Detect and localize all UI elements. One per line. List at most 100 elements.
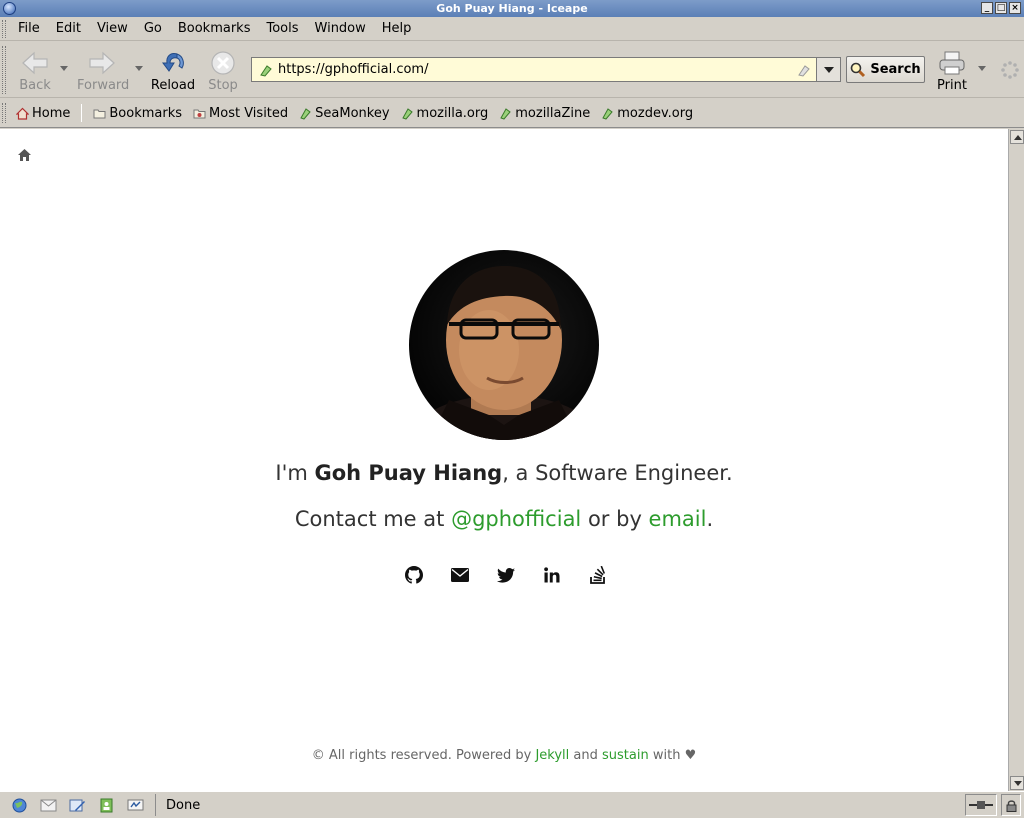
url-bar[interactable]: https://gphofficial.com/ <box>251 57 817 82</box>
bookmark-home[interactable]: Home <box>16 106 70 121</box>
bookmark-label: Most Visited <box>209 105 289 121</box>
irc-chat-icon[interactable] <box>127 798 144 813</box>
bookmark-icon <box>401 107 413 120</box>
close-button[interactable]: × <box>1009 2 1021 14</box>
forward-button[interactable]: Forward <box>77 48 129 94</box>
lock-icon <box>1006 799 1016 812</box>
twitter-link[interactable] <box>496 566 516 584</box>
app-icon <box>3 2 16 15</box>
menu-bookmarks[interactable]: Bookmarks <box>178 21 251 36</box>
heart-icon: ♥ <box>684 748 697 763</box>
menu-edit[interactable]: Edit <box>56 21 81 36</box>
bookmark-mozilla-org[interactable]: mozilla.org <box>401 105 489 121</box>
bookmarks-separator <box>81 104 83 122</box>
bookmark-mozillazine[interactable]: mozillaZine <box>499 106 590 121</box>
github-icon <box>405 566 423 584</box>
forward-dropdown-icon[interactable] <box>135 66 143 71</box>
linkedin-link[interactable] <box>542 566 562 584</box>
menu-window[interactable]: Window <box>315 21 366 36</box>
back-button[interactable]: Back <box>10 48 60 94</box>
url-history-dropdown[interactable] <box>817 57 841 82</box>
menu-file[interactable]: File <box>18 21 40 36</box>
bookmark-icon <box>602 107 613 120</box>
contact-end: . <box>706 507 714 531</box>
scroll-up-arrow[interactable] <box>1010 130 1024 144</box>
print-button[interactable]: Print <box>927 48 977 94</box>
status-bar: Done <box>0 791 1024 818</box>
url-text[interactable]: https://gphofficial.com/ <box>278 62 428 77</box>
reload-button[interactable]: Reload <box>148 48 198 94</box>
stackoverflow-icon <box>590 566 606 584</box>
stackoverflow-link[interactable] <box>588 566 608 584</box>
composer-icon[interactable] <box>69 798 86 813</box>
online-status[interactable] <box>965 794 997 816</box>
magnifier-icon <box>851 62 866 77</box>
maximize-button[interactable]: □ <box>995 2 1007 14</box>
bookmark-page-icon[interactable] <box>797 63 811 77</box>
menu-bar: File Edit View Go Bookmarks Tools Window… <box>0 17 1024 41</box>
scroll-down-arrow[interactable] <box>1010 776 1024 790</box>
contact-prefix: Contact me at <box>294 507 452 531</box>
window-controls: _ □ × <box>981 2 1021 14</box>
print-label: Print <box>937 78 967 93</box>
component-bar <box>0 794 156 816</box>
bookmarks-toolbar: Home Bookmarks Most Visited SeaMonkey mo… <box>0 99 1024 128</box>
footer-with: with <box>648 748 685 763</box>
bookmark-label: Bookmarks <box>109 105 183 121</box>
back-dropdown-icon[interactable] <box>60 66 68 71</box>
browser-globe-icon[interactable] <box>11 798 28 813</box>
linkedin-icon <box>544 567 560 583</box>
email-icon-link[interactable] <box>450 566 470 584</box>
email-link[interactable]: email <box>649 507 707 531</box>
minimize-button[interactable]: _ <box>981 2 993 14</box>
home-icon[interactable] <box>17 148 32 162</box>
footer-and: and <box>569 748 603 763</box>
sustain-link[interactable]: sustain <box>602 748 649 763</box>
stop-icon <box>211 51 235 75</box>
bookmark-folder-most-visited[interactable]: Most Visited <box>193 106 288 121</box>
status-text: Done <box>166 797 201 813</box>
stop-label: Stop <box>208 78 238 93</box>
home-icon <box>16 107 29 120</box>
jekyll-link[interactable]: Jekyll <box>535 748 569 763</box>
github-link[interactable] <box>404 566 424 584</box>
profile-photo <box>414 265 594 440</box>
bookmark-seamonkey[interactable]: SeaMonkey <box>299 106 390 121</box>
throbber-icon <box>1001 61 1019 79</box>
address-book-icon[interactable] <box>98 798 115 813</box>
menu-tools[interactable]: Tools <box>266 21 298 36</box>
toolbar-grip[interactable] <box>2 103 6 123</box>
twitter-icon <box>497 567 515 583</box>
bookmark-folder-bookmarks[interactable]: Bookmarks <box>93 106 182 121</box>
reload-label: Reload <box>150 78 196 93</box>
bookmark-icon <box>500 107 511 120</box>
security-status[interactable] <box>1001 794 1021 816</box>
back-label: Back <box>19 78 51 93</box>
menu-help[interactable]: Help <box>382 21 412 36</box>
mail-icon[interactable] <box>40 798 57 813</box>
bookmark-mozdev-org[interactable]: mozdev.org <box>601 106 693 121</box>
print-dropdown-icon[interactable] <box>978 66 986 71</box>
intro-prefix: I'm <box>275 461 315 485</box>
bookmark-label: mozilla.org <box>416 105 489 121</box>
toolbar-grip[interactable] <box>2 20 6 38</box>
browser-window: Goh Puay Hiang - Iceape _ □ × File Edit … <box>0 0 1024 818</box>
vertical-scrollbar[interactable] <box>1008 129 1024 791</box>
social-links <box>404 565 608 585</box>
folder-icon <box>93 109 106 118</box>
owner-name: Goh Puay Hiang <box>314 461 503 485</box>
smart-folder-icon <box>193 109 206 118</box>
footer-prefix: © All rights reserved. Powered by <box>311 748 536 763</box>
menu-go[interactable]: Go <box>144 21 162 36</box>
forward-arrow-icon <box>89 51 115 75</box>
avatar <box>409 250 599 440</box>
stop-button[interactable]: Stop <box>198 48 248 94</box>
handle-link[interactable]: @gphofficial <box>451 507 581 531</box>
search-button[interactable]: Search <box>846 56 925 83</box>
contact-text: Contact me at @gphofficial or by email. <box>0 507 1008 531</box>
menu-view[interactable]: View <box>97 21 128 36</box>
site-bookmark-icon <box>260 65 272 77</box>
page-content: I'm Goh Puay Hiang, a Software Engineer.… <box>0 129 1008 791</box>
toolbar-grip[interactable] <box>2 46 6 94</box>
network-plug-icon <box>969 801 993 809</box>
